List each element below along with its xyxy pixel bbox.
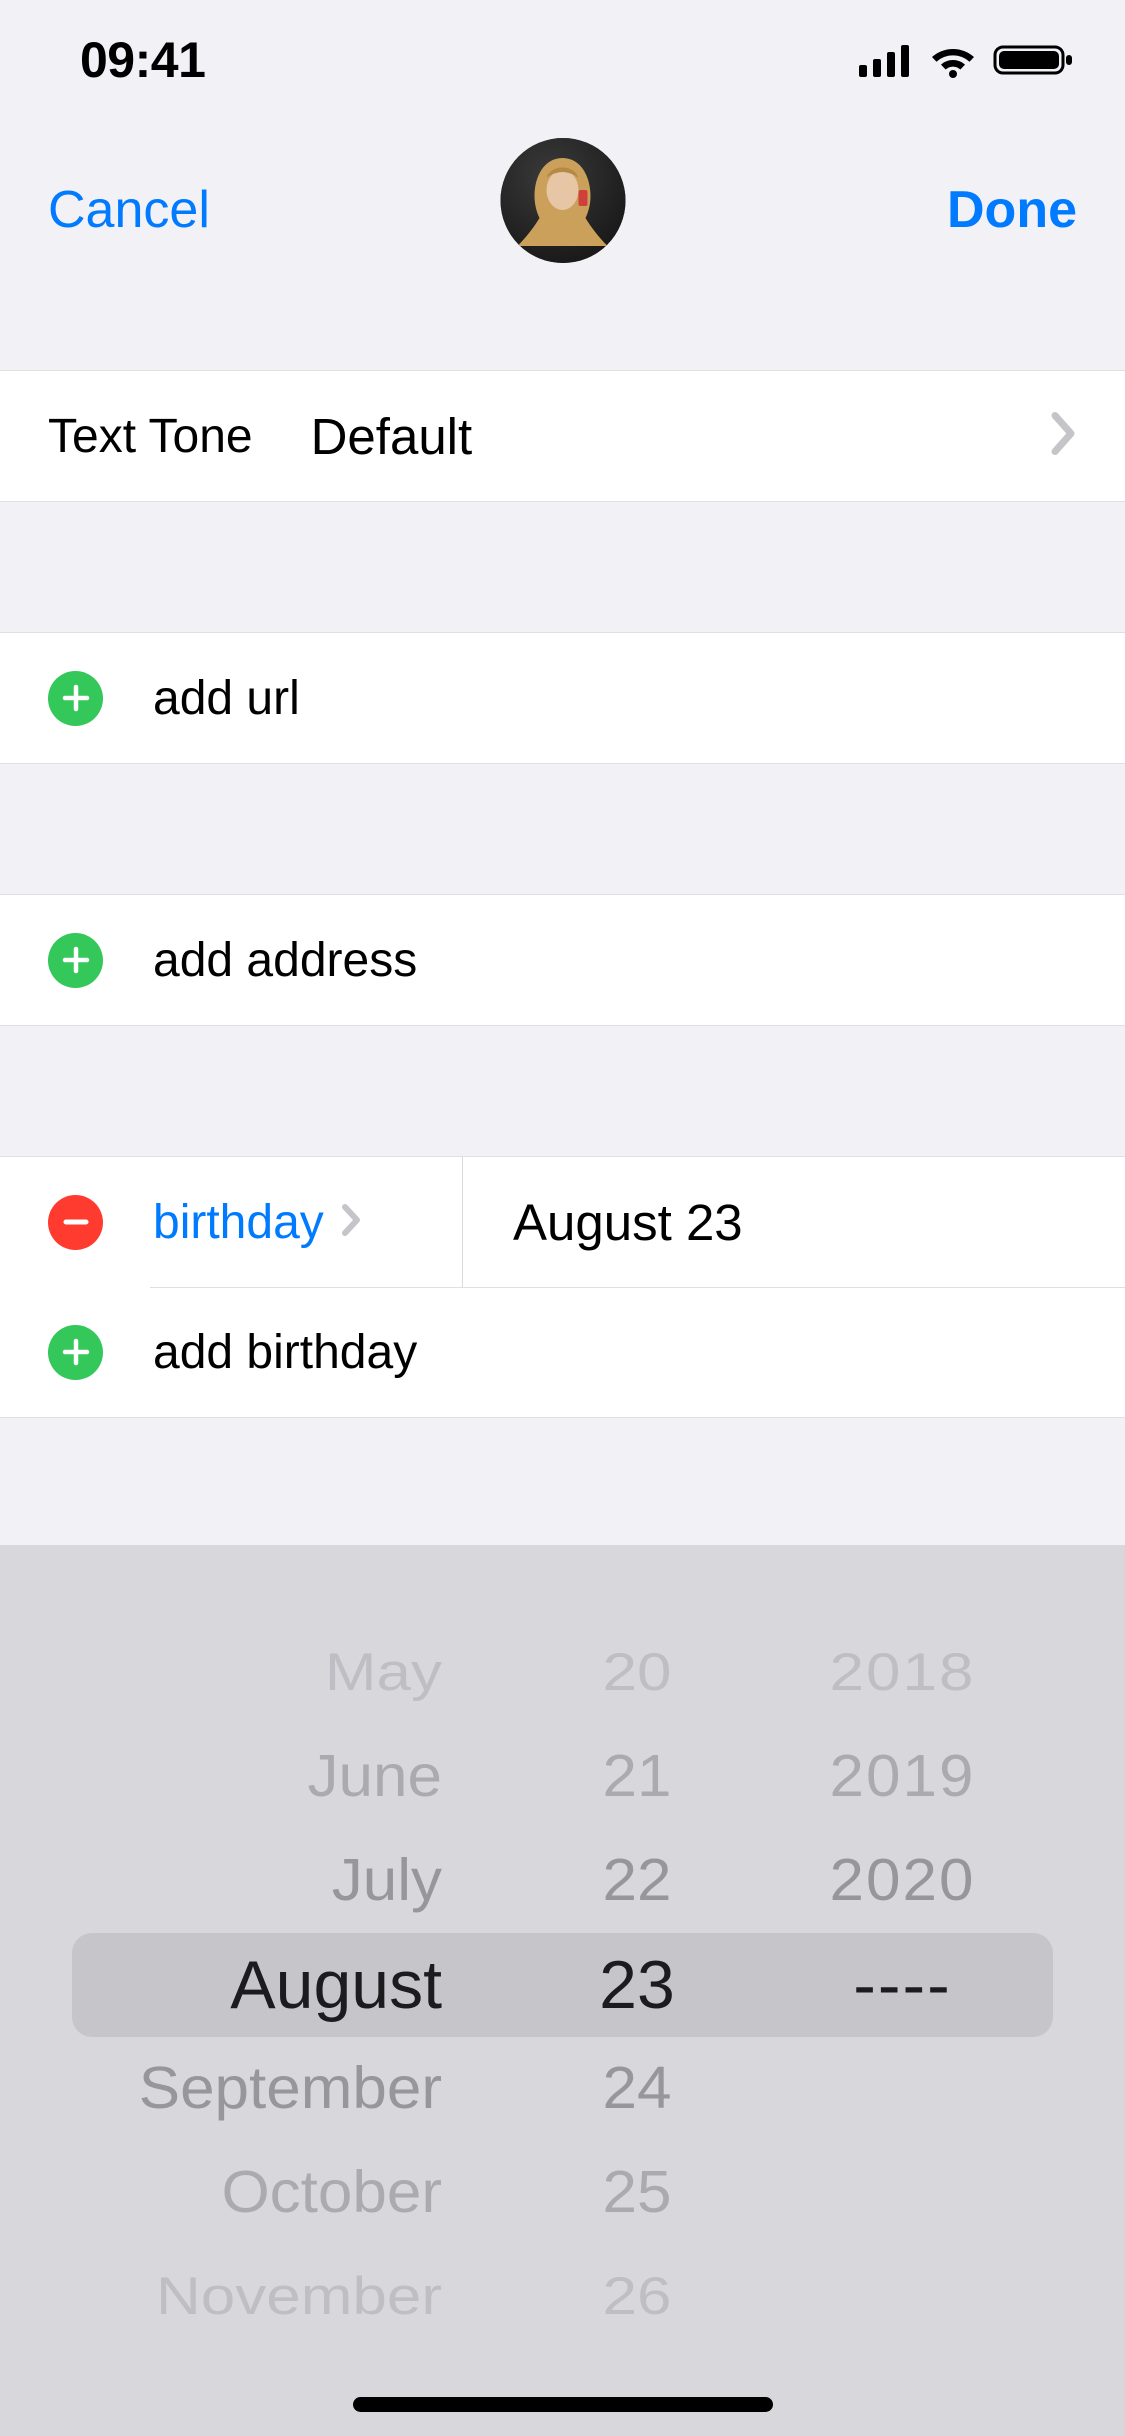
picker-item[interactable]: September <box>72 2040 542 2139</box>
picker-item[interactable]: November <box>72 2253 542 2316</box>
birthday-label: birthday <box>153 1195 324 1250</box>
add-address-row[interactable]: add address <box>0 895 1125 1025</box>
add-birthday-row[interactable]: add birthday <box>0 1287 1125 1417</box>
picker-item[interactable]: 24 <box>542 2040 732 2139</box>
done-button[interactable]: Done <box>947 180 1077 240</box>
picker-item[interactable]: 2018 <box>732 1629 1053 1717</box>
wifi-icon <box>927 41 979 79</box>
birthday-value: August 23 <box>513 1193 743 1252</box>
add-url-label: add url <box>153 671 300 726</box>
picker-year-column[interactable]: 2017 2018 20192020---- <box>732 1595 1053 2316</box>
picker-item[interactable]: 23 <box>542 1933 732 2037</box>
status-time: 09:41 <box>80 31 205 89</box>
picker-item[interactable]: 2019 <box>732 1728 1053 1827</box>
status-bar: 09:41 <box>0 0 1125 120</box>
add-url-row[interactable]: add url <box>0 633 1125 763</box>
add-birthday-label: add birthday <box>153 1325 417 1380</box>
picker-item[interactable]: July <box>72 1832 542 1931</box>
birthday-row[interactable]: birthday August 23 <box>0 1157 1125 1287</box>
picker-item[interactable]: 19 <box>542 1595 732 1605</box>
picker-item[interactable]: April <box>72 1595 542 1605</box>
cellular-icon <box>859 43 913 77</box>
picker-item[interactable]: 2017 <box>732 1595 1053 1605</box>
text-tone-label: Text Tone <box>48 409 253 464</box>
picker-item[interactable]: 25 <box>542 2144 732 2243</box>
plus-icon <box>48 1325 103 1380</box>
birthday-group: birthday August 23 add birthday <box>0 1156 1125 1418</box>
plus-icon <box>48 671 103 726</box>
minus-icon[interactable] <box>48 1195 103 1250</box>
text-tone-group: Text Tone Default <box>0 370 1125 502</box>
birthday-field-type[interactable]: birthday <box>153 1157 463 1287</box>
battery-icon <box>993 41 1075 79</box>
picker-item[interactable]: August <box>72 1933 542 2037</box>
cancel-button[interactable]: Cancel <box>48 180 210 240</box>
add-address-label: add address <box>153 933 417 988</box>
home-indicator <box>353 2397 773 2412</box>
chevron-right-icon <box>342 1203 362 1242</box>
avatar-image <box>500 138 625 263</box>
add-address-group: add address <box>0 894 1125 1026</box>
contact-avatar[interactable] <box>500 138 625 263</box>
plus-icon <box>48 933 103 988</box>
picker-item[interactable]: 20 <box>542 1629 732 1717</box>
chevron-right-icon <box>1051 412 1077 461</box>
picker-day-column[interactable]: 192021222324252627 <box>542 1595 732 2316</box>
text-tone-row[interactable]: Text Tone Default <box>0 371 1125 501</box>
picker-item[interactable]: 2020 <box>732 1832 1053 1931</box>
picker-item[interactable]: 22 <box>542 1832 732 1931</box>
picker-item[interactable]: 26 <box>542 2253 732 2316</box>
picker-item[interactable]: May <box>72 1629 542 1717</box>
picker-item[interactable]: June <box>72 1728 542 1827</box>
status-icons <box>859 41 1075 79</box>
picker-item[interactable]: 21 <box>542 1728 732 1827</box>
picker-month-column[interactable]: April May JuneJulyAugustSeptemberOctober No… <box>72 1595 542 2316</box>
text-tone-value: Default <box>311 407 473 466</box>
date-picker[interactable]: April May JuneJulyAugustSeptemberOctober No… <box>0 1545 1125 2436</box>
picker-item[interactable]: ---- <box>732 1933 1053 2037</box>
header: Cancel Done <box>0 120 1125 370</box>
picker-item[interactable]: October <box>72 2144 542 2243</box>
add-url-group: add url <box>0 632 1125 764</box>
